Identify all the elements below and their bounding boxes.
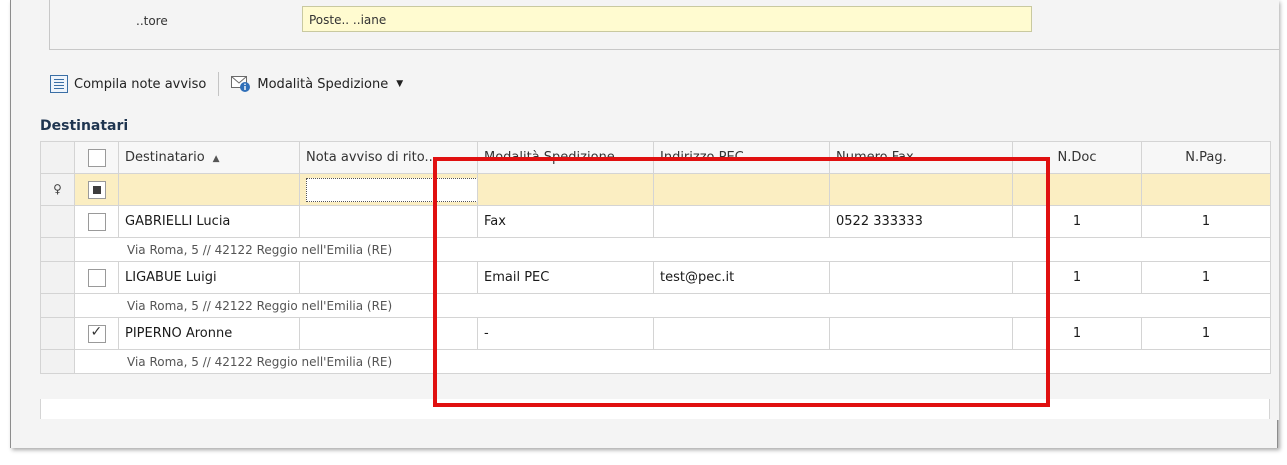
compila-note-avviso-button[interactable]: Compila note avviso bbox=[46, 71, 210, 97]
row-indicator bbox=[40, 261, 75, 294]
red-highlight-box bbox=[433, 157, 1050, 407]
row-indicator bbox=[40, 205, 75, 238]
sender-label: ..tore bbox=[136, 14, 168, 28]
select-all-checkbox[interactable] bbox=[87, 148, 106, 167]
sender-field[interactable]: Poste.. ..iane bbox=[302, 6, 1032, 32]
chevron-down-icon: ▼ bbox=[396, 79, 404, 89]
row-indicator bbox=[40, 293, 75, 318]
filter-cell-npag[interactable] bbox=[1141, 173, 1271, 206]
row-checkbox[interactable] bbox=[87, 268, 106, 287]
filter-row-indicator: ♀ bbox=[40, 173, 75, 206]
cell-npag[interactable]: 1 bbox=[1141, 317, 1271, 350]
toolbar: Compila note avviso Modalità Spedizione … bbox=[46, 70, 407, 98]
modalita-spedizione-button[interactable]: Modalità Spedizione ▼ bbox=[227, 71, 407, 97]
sort-ascending-icon: ▲ bbox=[212, 154, 220, 164]
toolbar-separator bbox=[218, 72, 220, 96]
cell-npag[interactable]: 1 bbox=[1141, 205, 1271, 238]
cell-destinatario[interactable]: LIGABUE Luigi bbox=[118, 261, 300, 294]
filter-cell-destinatario[interactable] bbox=[118, 173, 300, 206]
cell-destinatario[interactable]: PIPERNO Aronne bbox=[118, 317, 300, 350]
filter-checkbox[interactable] bbox=[87, 180, 106, 199]
row-checkbox[interactable] bbox=[87, 324, 106, 343]
row-checkbox-cell[interactable] bbox=[74, 317, 119, 350]
row-indicator bbox=[40, 237, 75, 262]
row-checkbox-cell[interactable] bbox=[74, 261, 119, 294]
column-header-npag[interactable]: N.Pag. bbox=[1141, 141, 1271, 174]
modalita-spedizione-label: Modalità Spedizione bbox=[257, 76, 389, 92]
row-checkbox[interactable] bbox=[87, 212, 106, 231]
row-indicator bbox=[40, 349, 75, 374]
row-indicator bbox=[40, 317, 75, 350]
compila-note-label: Compila note avviso bbox=[74, 76, 207, 92]
row-checkbox-cell[interactable] bbox=[74, 205, 119, 238]
row-indicator-header bbox=[40, 141, 75, 174]
select-all-header[interactable] bbox=[74, 141, 119, 174]
section-title: Destinatari bbox=[40, 118, 129, 134]
filter-checkbox-cell[interactable] bbox=[74, 173, 119, 206]
cell-npag[interactable]: 1 bbox=[1141, 261, 1271, 294]
cell-destinatario[interactable]: GABRIELLI Lucia bbox=[118, 205, 300, 238]
mail-info-icon bbox=[231, 76, 251, 92]
column-header-destinatario[interactable]: Destinatario ▲ bbox=[118, 141, 300, 174]
pin-icon: ♀ bbox=[53, 182, 62, 196]
sender-strip: ..tore Poste.. ..iane bbox=[49, 0, 1279, 50]
notes-icon bbox=[50, 75, 68, 93]
